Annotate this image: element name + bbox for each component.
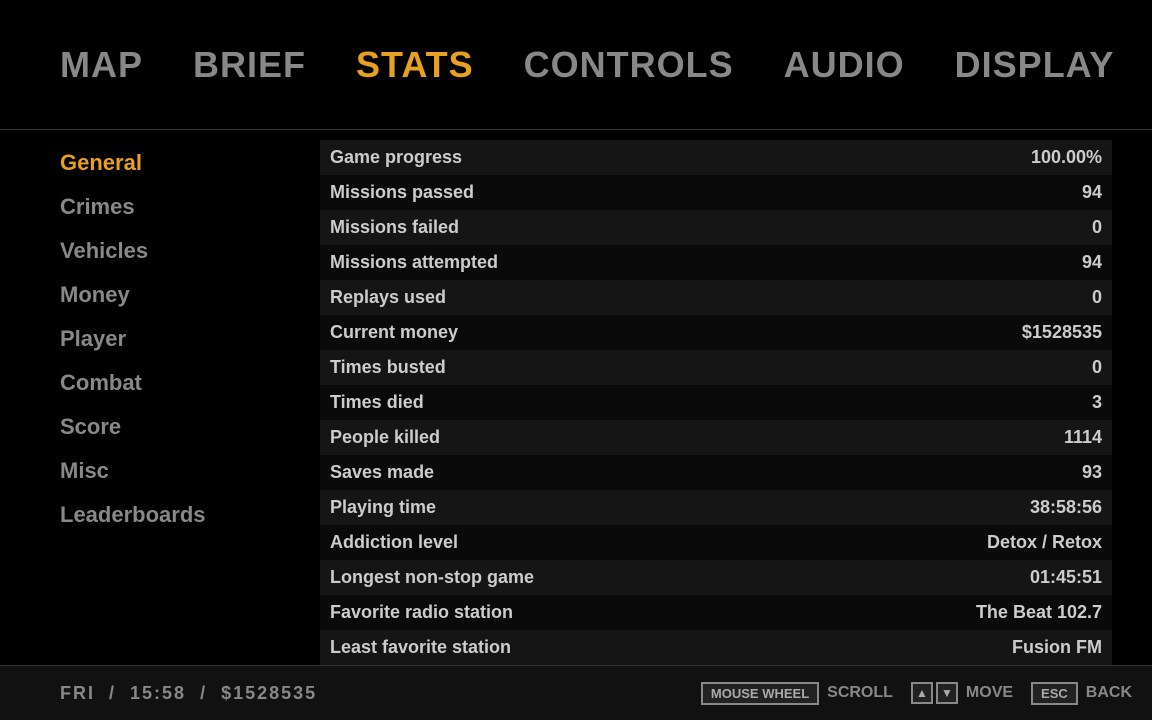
stat-label: Current money xyxy=(330,322,458,343)
stat-row: Current money $1528535 xyxy=(320,315,1112,350)
sidebar-item-leaderboards[interactable]: Leaderboards xyxy=(60,502,240,528)
stat-value: $1528535 xyxy=(1022,322,1102,343)
stat-label: Favorite radio station xyxy=(330,602,513,623)
status-info: FRI / 15:58 / $1528535 xyxy=(60,683,317,704)
stat-label: Missions attempted xyxy=(330,252,498,273)
stat-label: Missions failed xyxy=(330,217,459,238)
stat-value: 93 xyxy=(1082,462,1102,483)
nav-item-stats[interactable]: Stats xyxy=(356,44,474,86)
stat-value: 0 xyxy=(1092,357,1102,378)
up-arrow-icon: ▲ xyxy=(911,682,933,704)
stat-label: Least favorite station xyxy=(330,637,511,658)
sidebar-item-score[interactable]: Score xyxy=(60,414,240,440)
stat-value: 94 xyxy=(1082,182,1102,203)
money-display: $1528535 xyxy=(221,683,317,703)
stat-value: 1114 xyxy=(1064,427,1102,448)
top-navigation: MapBriefStatsControlsAudioDisplayGraphic… xyxy=(0,0,1152,130)
sidebar-item-misc[interactable]: Misc xyxy=(60,458,240,484)
back-hint: ESC BACK xyxy=(1031,682,1132,705)
stat-value: Fusion FM xyxy=(1012,637,1102,658)
stat-label: People killed xyxy=(330,427,440,448)
stat-row: Missions failed 0 xyxy=(320,210,1112,245)
stat-value: 0 xyxy=(1092,217,1102,238)
stat-label: Replays used xyxy=(330,287,446,308)
stat-label: Addiction level xyxy=(330,532,458,553)
stat-label: Longest non-stop game xyxy=(330,567,534,588)
sidebar-item-money[interactable]: Money xyxy=(60,282,240,308)
move-hint: ▲ ▼ MOVE xyxy=(911,682,1013,704)
stat-row: Missions passed 94 xyxy=(320,175,1112,210)
stat-label: Game progress xyxy=(330,147,462,168)
back-label: BACK xyxy=(1086,684,1132,702)
stat-label: Missions passed xyxy=(330,182,474,203)
nav-item-map[interactable]: Map xyxy=(60,44,143,86)
stat-label: Times died xyxy=(330,392,424,413)
stat-value: 94 xyxy=(1082,252,1102,273)
sidebar-item-vehicles[interactable]: Vehicles xyxy=(60,238,240,264)
day-display: FRI xyxy=(60,683,95,703)
stat-value: Detox / Retox xyxy=(987,532,1102,553)
main-content: General Crimes Vehicles Money Player Combat Sc… xyxy=(0,130,1152,665)
scroll-hint: MOUSE WHEEL SCROLL xyxy=(701,682,893,705)
sidebar: General Crimes Vehicles Money Player Combat Sc… xyxy=(0,130,300,665)
scroll-label: SCROLL xyxy=(827,684,893,702)
esc-badge: ESC xyxy=(1031,682,1078,705)
stat-row: Favorite radio station The Beat 102.7 xyxy=(320,595,1112,630)
nav-item-brief[interactable]: Brief xyxy=(193,44,306,86)
sidebar-item-player[interactable]: Player xyxy=(60,326,240,352)
stat-row: Times died 3 xyxy=(320,385,1112,420)
stat-row: Missions attempted 94 xyxy=(320,245,1112,280)
nav-item-audio[interactable]: Audio xyxy=(784,44,905,86)
bottom-bar: FRI / 15:58 / $1528535 MOUSE WHEEL SCROL… xyxy=(0,665,1152,720)
nav-item-display[interactable]: Display xyxy=(955,44,1115,86)
stat-row: Least favorite station Fusion FM xyxy=(320,630,1112,665)
stat-row: Times busted 0 xyxy=(320,350,1112,385)
stats-panel: Game progress100.00%Missions passed94Mis… xyxy=(300,130,1152,665)
stat-row: Saves made 93 xyxy=(320,455,1112,490)
sidebar-item-general[interactable]: General xyxy=(60,150,240,176)
stat-value: 38:58:56 xyxy=(1030,497,1102,518)
stat-value: 3 xyxy=(1092,392,1102,413)
stat-value: The Beat 102.7 xyxy=(976,602,1102,623)
mouse-wheel-badge: MOUSE WHEEL xyxy=(701,682,819,705)
sidebar-item-crimes[interactable]: Crimes xyxy=(60,194,240,220)
stat-value: 100.00% xyxy=(1031,147,1102,168)
stat-row: Game progress 100.00% xyxy=(320,140,1112,175)
stat-label: Playing time xyxy=(330,497,436,518)
time-display: 15:58 xyxy=(130,683,186,703)
stat-value: 0 xyxy=(1092,287,1102,308)
stat-label: Times busted xyxy=(330,357,446,378)
nav-item-controls[interactable]: Controls xyxy=(524,44,734,86)
stat-row: Playing time 38:58:56 xyxy=(320,490,1112,525)
stat-row: Longest non-stop game 01:45:51 xyxy=(320,560,1112,595)
sidebar-item-combat[interactable]: Combat xyxy=(60,370,240,396)
stat-row: Replays used 0 xyxy=(320,280,1112,315)
stat-value: 01:45:51 xyxy=(1030,567,1102,588)
stat-row: Addiction level Detox / Retox xyxy=(320,525,1112,560)
stat-label: Saves made xyxy=(330,462,434,483)
stat-row: People killed 1114 xyxy=(320,420,1112,455)
arrow-keys: ▲ ▼ xyxy=(911,682,958,704)
move-label: MOVE xyxy=(966,684,1013,702)
controls-hint: MOUSE WHEEL SCROLL ▲ ▼ MOVE ESC BACK xyxy=(701,682,1132,705)
down-arrow-icon: ▼ xyxy=(936,682,958,704)
